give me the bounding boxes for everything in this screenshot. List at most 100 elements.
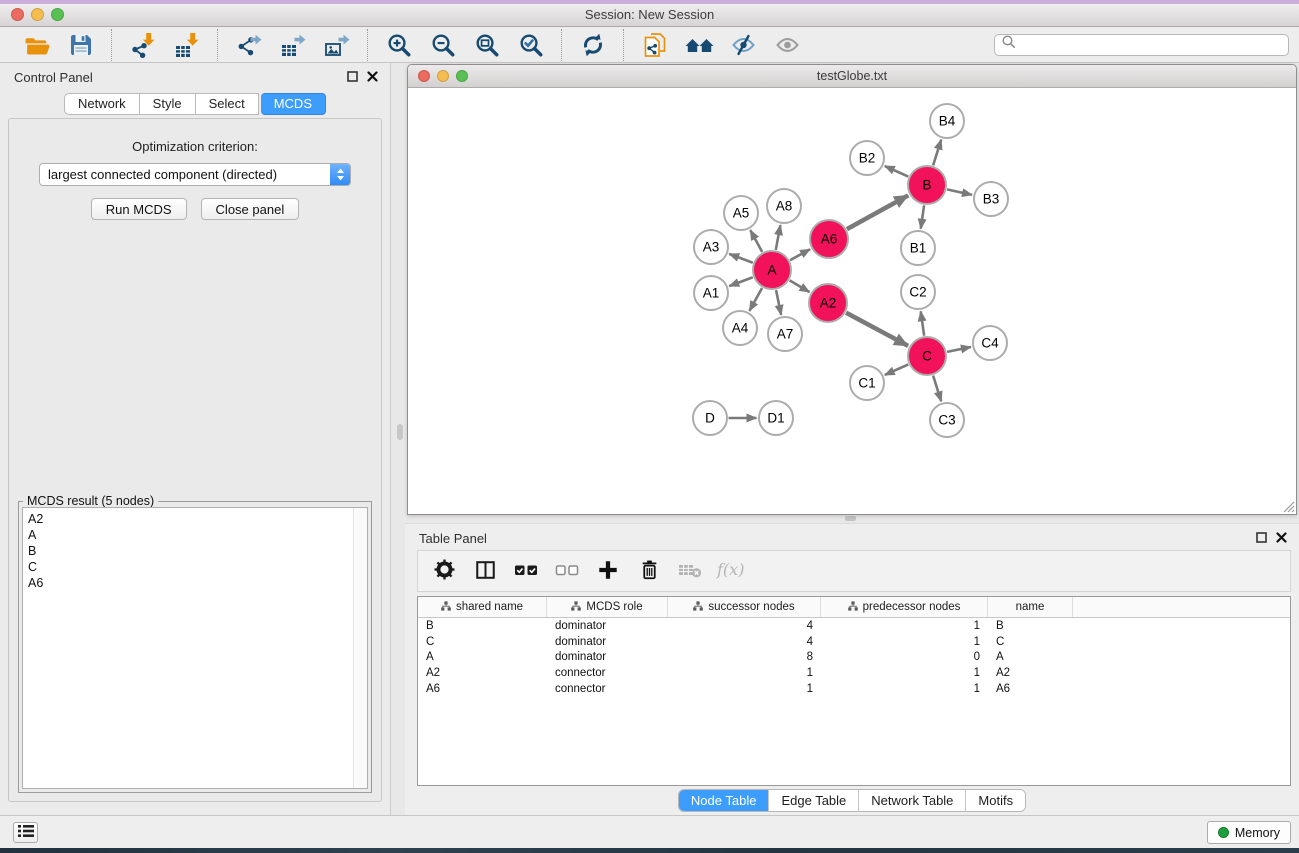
export-network-button[interactable] (230, 29, 268, 61)
table-row[interactable]: Bdominator41B (418, 618, 1290, 634)
minimize-network-window-button[interactable] (437, 70, 449, 82)
close-table-panel-button[interactable] (1276, 531, 1287, 546)
tab-network-table[interactable]: Network Table (858, 790, 965, 811)
result-item[interactable]: B (28, 543, 367, 559)
edge-A6-B[interactable] (847, 195, 908, 229)
home-button[interactable] (680, 29, 718, 61)
close-panel-button[interactable] (367, 70, 378, 85)
column-header-MCDS-role[interactable]: MCDS role (547, 597, 668, 617)
close-window-button[interactable] (11, 8, 24, 21)
deselect-all-checkboxes-button[interactable] (551, 554, 583, 588)
node-B1[interactable]: B1 (901, 231, 935, 265)
edge-A-A8[interactable] (776, 225, 781, 250)
run-mcds-button[interactable]: Run MCDS (91, 198, 187, 220)
tab-motifs[interactable]: Motifs (965, 790, 1025, 811)
horizontal-divider-thumb[interactable] (845, 516, 856, 521)
close-network-window-button[interactable] (418, 70, 430, 82)
node-A6[interactable]: A6 (810, 220, 848, 258)
tab-style[interactable]: Style (140, 93, 196, 115)
node-A4[interactable]: A4 (723, 311, 757, 345)
export-image-button[interactable] (318, 29, 356, 61)
result-item[interactable]: C (28, 559, 367, 575)
minimize-window-button[interactable] (31, 8, 44, 21)
tab-network[interactable]: Network (64, 93, 140, 115)
column-header-shared-name[interactable]: shared name (418, 597, 547, 617)
search-field[interactable] (994, 34, 1289, 56)
network-canvas[interactable]: AA1A2A3A4A5A6A7A8BB1B2B3B4CC1C2C3C4DD1 (408, 88, 1296, 514)
zoom-out-button[interactable] (424, 29, 462, 61)
add-button[interactable] (592, 554, 624, 588)
select-all-checkboxes-button[interactable] (510, 554, 542, 588)
duplicate-network-button[interactable] (636, 29, 674, 61)
node-A1[interactable]: A1 (694, 276, 728, 310)
node-D[interactable]: D (693, 401, 727, 435)
zoom-fit-button[interactable] (468, 29, 506, 61)
resize-grip[interactable] (1282, 500, 1295, 513)
edge-A-A4[interactable] (749, 288, 762, 311)
edge-B-B1[interactable] (921, 205, 924, 228)
edge-A-A7[interactable] (776, 290, 781, 315)
zoom-selected-button[interactable] (512, 29, 550, 61)
mcds-result-list[interactable]: A2ABCA6 (22, 507, 368, 789)
node-B[interactable]: B (908, 166, 946, 204)
import-network-button[interactable] (124, 29, 162, 61)
hide-selected-button[interactable] (724, 29, 762, 61)
open-file-button[interactable] (18, 29, 56, 61)
delete-button[interactable] (633, 554, 665, 588)
node-C1[interactable]: C1 (850, 366, 884, 400)
zoom-network-window-button[interactable] (456, 70, 468, 82)
result-item[interactable]: A6 (28, 575, 367, 591)
app-titlebar[interactable]: Session: New Session (0, 4, 1299, 27)
memory-button[interactable]: Memory (1207, 821, 1291, 844)
column-header-name[interactable]: name (988, 597, 1073, 617)
edge-B-B2[interactable] (885, 166, 909, 177)
node-B4[interactable]: B4 (930, 104, 964, 138)
edge-C-C2[interactable] (921, 311, 924, 335)
node-D1[interactable]: D1 (759, 401, 793, 435)
table-row[interactable]: A2connector11A2 (418, 665, 1290, 681)
node-C2[interactable]: C2 (901, 275, 935, 309)
node-B2[interactable]: B2 (850, 141, 884, 175)
node-A2[interactable]: A2 (809, 284, 847, 322)
edge-C-C4[interactable] (947, 347, 971, 352)
close-panel-action-button[interactable]: Close panel (201, 198, 300, 220)
edge-C-C1[interactable] (885, 364, 909, 375)
task-history-button[interactable] (13, 822, 38, 843)
edge-A2-C[interactable] (846, 313, 908, 346)
result-item[interactable]: A2 (28, 511, 367, 527)
edge-A-A3[interactable] (729, 254, 753, 263)
table-row[interactable]: Cdominator41C (418, 634, 1290, 650)
search-input[interactable] (1017, 35, 1288, 55)
node-A7[interactable]: A7 (768, 317, 802, 351)
node-B3[interactable]: B3 (974, 182, 1008, 216)
refresh-view-button[interactable] (574, 29, 612, 61)
edge-A-A1[interactable] (729, 277, 753, 286)
edge-A-A6[interactable] (790, 249, 810, 260)
export-table-button[interactable] (274, 29, 312, 61)
vertical-divider-thumb[interactable] (397, 424, 403, 440)
settings-gear-button[interactable] (428, 554, 460, 588)
node-A3[interactable]: A3 (694, 230, 728, 264)
node-A5[interactable]: A5 (724, 196, 758, 230)
result-scrollbar[interactable] (353, 508, 367, 788)
float-table-panel-button[interactable] (1256, 531, 1267, 546)
node-table[interactable]: shared nameMCDS rolesuccessor nodesprede… (417, 596, 1291, 786)
node-A8[interactable]: A8 (767, 189, 801, 223)
column-header-successor-nodes[interactable]: successor nodes (668, 597, 821, 617)
network-window-titlebar[interactable]: testGlobe.txt (408, 65, 1296, 88)
tab-select[interactable]: Select (196, 93, 259, 115)
edge-C-C3[interactable] (933, 376, 941, 402)
criterion-dropdown[interactable]: largest connected component (directed) (39, 163, 351, 186)
result-item[interactable]: A (28, 527, 367, 543)
split-columns-button[interactable] (469, 554, 501, 588)
node-C3[interactable]: C3 (930, 403, 964, 437)
zoom-in-button[interactable] (380, 29, 418, 61)
tab-edge-table[interactable]: Edge Table (768, 790, 858, 811)
zoom-window-button[interactable] (51, 8, 64, 21)
edge-B-B3[interactable] (947, 189, 972, 194)
node-C[interactable]: C (908, 337, 946, 375)
tab-mcds[interactable]: MCDS (261, 93, 326, 115)
table-row[interactable]: A6connector11A6 (418, 681, 1290, 697)
tab-node-table[interactable]: Node Table (679, 790, 769, 811)
node-A[interactable]: A (753, 251, 791, 289)
